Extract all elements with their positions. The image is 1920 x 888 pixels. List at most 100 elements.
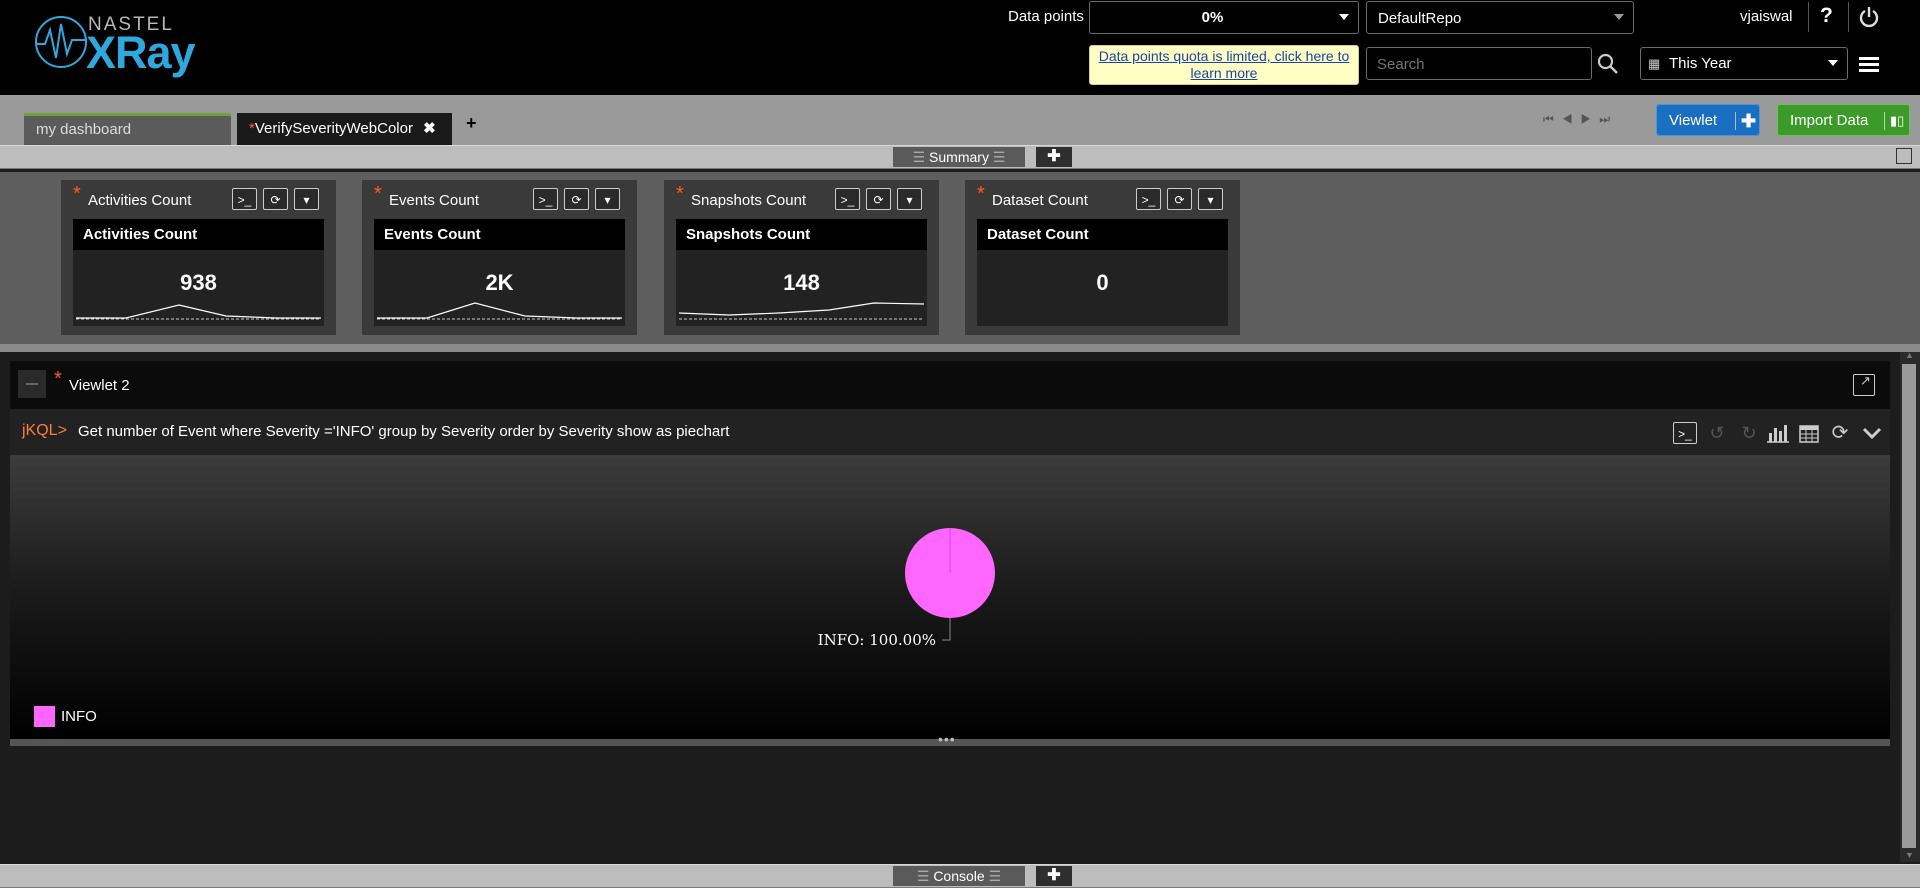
refresh-icon[interactable]: ⟳ <box>564 188 589 210</box>
card-value: 0 <box>1096 270 1109 295</box>
tab-label: my dashboard <box>36 121 132 138</box>
repository-value: DefaultRepo <box>1378 10 1462 27</box>
chevron-down-icon <box>1614 14 1624 20</box>
card-value: 938 <box>180 270 217 295</box>
plus-icon: ✚ <box>1741 111 1757 131</box>
popout-icon[interactable] <box>1896 148 1912 164</box>
chevron-down-icon[interactable]: ▾ <box>1198 188 1223 210</box>
terminal-icon[interactable]: >_ <box>533 188 558 210</box>
repository-dropdown[interactable]: DefaultRepo <box>1366 1 1634 34</box>
chart-area: INFO: 100.00% INFO <box>10 455 1890 739</box>
scroll-down-icon[interactable]: ▼ <box>1905 850 1914 860</box>
console-label: Console <box>933 868 985 884</box>
card-value: 2K <box>485 270 514 295</box>
chevron-down-icon[interactable] <box>1862 426 1882 440</box>
first-page-icon[interactable]: ⏮ <box>1543 112 1562 126</box>
brand-xray: XRay <box>86 27 196 78</box>
terminal-icon[interactable]: >_ <box>1136 188 1161 210</box>
datapoints-label: Data points <box>1008 8 1084 25</box>
viewlet-header: * Viewlet 2 ↗ <box>10 361 1890 409</box>
timeframe-value: This Year <box>1669 55 1732 72</box>
terminal-icon[interactable]: >_ <box>835 188 860 210</box>
tab-pagination: ⏮◀▶⏭ <box>1543 112 1623 132</box>
divider <box>1848 2 1849 32</box>
calendar-icon[interactable] <box>1799 423 1819 443</box>
modified-marker: * <box>977 183 985 205</box>
chevron-down-icon <box>1828 60 1838 66</box>
card-header: Dataset Count <box>977 219 1228 250</box>
card-body: Dataset Count 0 <box>977 219 1228 326</box>
sparkline <box>679 302 924 320</box>
tab-my-dashboard[interactable]: my dashboard <box>24 113 231 145</box>
card-title: Snapshots Count <box>691 192 807 209</box>
refresh-icon[interactable]: ⟳ <box>263 188 288 210</box>
legend-swatch[interactable] <box>34 706 55 727</box>
close-tab-icon[interactable]: ✖ <box>423 120 436 137</box>
prev-page-icon[interactable]: ◀ <box>1562 112 1581 126</box>
modified-marker: * <box>73 183 81 205</box>
modified-marker: * <box>676 183 684 205</box>
card-title: Events Count <box>389 192 480 209</box>
top-header: NASTEL XRay Data points 0% DefaultRepo v… <box>0 0 1920 95</box>
resize-handle[interactable]: ••• <box>10 731 1890 747</box>
quota-link[interactable]: Data points quota is limited, click here… <box>1089 45 1359 85</box>
undo-icon[interactable]: ↺ <box>1705 421 1729 445</box>
add-viewlet-button[interactable]: Viewlet ✚ <box>1656 104 1760 136</box>
summary-label: Summary <box>929 149 989 165</box>
sparkline <box>76 304 321 320</box>
summary-card: * Snapshots Count >_ ⟳ ▾ Snapshots Count… <box>664 180 939 335</box>
tab-verify-severity-web-color[interactable]: *VerifySeverityWebColor ✖ <box>237 113 452 145</box>
calendar-icon: ▦ <box>1648 56 1661 71</box>
vertical-scrollbar[interactable]: ▲ ▼ <box>1900 350 1920 862</box>
jkql-query-bar[interactable]: jKQL> Get number of Event where Severity… <box>10 409 1890 455</box>
hamburger-menu-icon[interactable] <box>1859 57 1879 72</box>
jkql-query-text[interactable]: Get number of Event where Severity ='INF… <box>78 423 729 440</box>
card-header: Snapshots Count <box>676 219 927 250</box>
collapse-button[interactable] <box>18 370 46 398</box>
tab-label: VerifySeverityWebColor <box>254 120 413 137</box>
add-summary-button[interactable]: ✚ <box>1036 147 1072 167</box>
chart-type-icon[interactable] <box>1767 423 1789 443</box>
scroll-up-icon[interactable]: ▲ <box>1905 350 1914 360</box>
datapoints-dropdown[interactable]: 0% <box>1089 1 1359 34</box>
search-input[interactable] <box>1375 54 1545 74</box>
refresh-icon[interactable]: ⟳ <box>1828 421 1852 445</box>
card-header: Activities Count <box>73 219 324 250</box>
next-page-icon[interactable]: ▶ <box>1581 112 1600 126</box>
help-icon[interactable]: ? <box>1820 4 1833 28</box>
card-body: Activities Count 938 <box>73 219 324 326</box>
search-box[interactable] <box>1366 47 1592 80</box>
terminal-icon[interactable]: >_ <box>1673 422 1697 444</box>
chevron-down-icon[interactable]: ▾ <box>294 188 319 210</box>
divider <box>1808 2 1809 32</box>
card-body: Snapshots Count 148 <box>676 219 927 326</box>
modified-marker: * <box>54 368 62 390</box>
viewlet-button-label: Viewlet <box>1669 112 1718 129</box>
divider <box>1884 112 1885 130</box>
add-console-button[interactable]: ✚ <box>1036 866 1072 886</box>
chevron-down-icon[interactable]: ▾ <box>595 188 620 210</box>
power-icon[interactable] <box>1857 5 1881 29</box>
refresh-icon[interactable]: ⟳ <box>866 188 891 210</box>
legend-label[interactable]: INFO <box>61 708 97 725</box>
summary-tab[interactable]: ☰ Summary ☰ <box>893 147 1025 167</box>
jkql-prompt: jKQL> <box>22 422 67 439</box>
timeframe-dropdown[interactable]: ▦ This Year <box>1640 47 1848 80</box>
add-tab-button[interactable]: + <box>466 113 477 134</box>
redo-icon[interactable]: ↻ <box>1737 421 1761 445</box>
console-tab[interactable]: ☰ Console ☰ <box>893 866 1025 886</box>
chevron-down-icon[interactable]: ▾ <box>897 188 922 210</box>
refresh-icon[interactable]: ⟳ <box>1167 188 1192 210</box>
last-page-icon[interactable]: ⏭ <box>1599 112 1618 126</box>
summary-card: * Dataset Count >_ ⟳ ▾ Dataset Count 0 <box>965 180 1240 335</box>
scrollbar-thumb[interactable] <box>1902 364 1916 848</box>
search-icon[interactable] <box>1597 53 1619 75</box>
popout-icon[interactable]: ↗ <box>1853 374 1875 396</box>
terminal-icon[interactable]: >_ <box>232 188 257 210</box>
import-icon: ▮▯ <box>1890 113 1905 128</box>
divider <box>1735 112 1736 130</box>
summary-card: * Activities Count >_ ⟳ ▾ Activities Cou… <box>61 180 336 335</box>
section-divider <box>0 344 1920 352</box>
username[interactable]: vjaiswal <box>1740 8 1793 25</box>
import-data-button[interactable]: Import Data ▮▯ <box>1777 104 1910 136</box>
